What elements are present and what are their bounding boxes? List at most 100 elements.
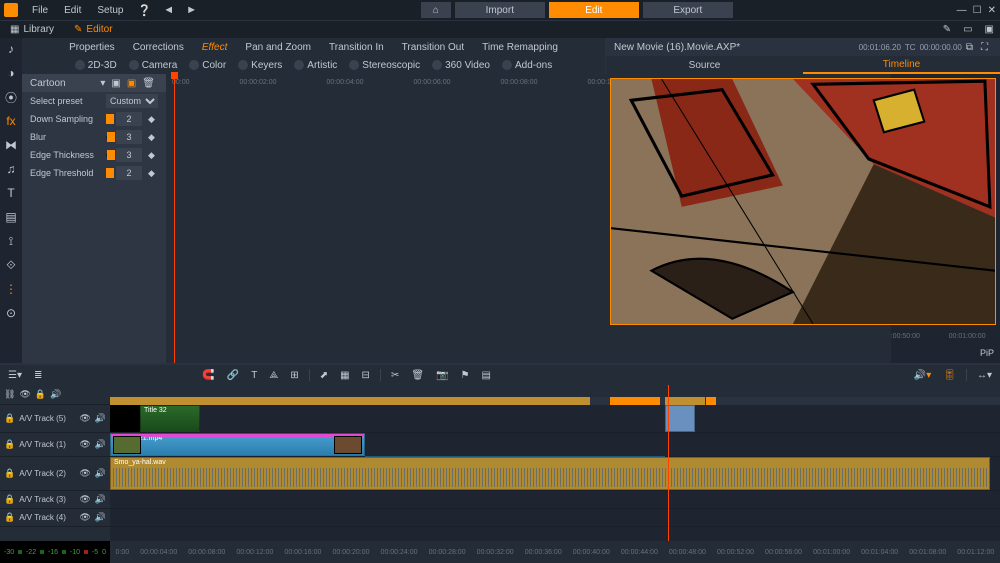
timeline-marker-1[interactable] [110, 397, 590, 405]
tl-link-icon[interactable]: 🔗 [225, 370, 241, 381]
tl-title-icon[interactable]: T [249, 370, 259, 381]
tool-record-icon[interactable]: ⦿ [4, 90, 18, 104]
tl-3d-icon[interactable]: ⟁ [267, 370, 280, 381]
param-edgethick-slider[interactable] [106, 154, 110, 157]
track1-name[interactable]: A/V Track (1) [19, 440, 75, 449]
param-edgethresh-slider[interactable] [106, 172, 110, 175]
tool-more-icon[interactable]: ⋮ [4, 282, 18, 296]
timeline-marker-2[interactable] [610, 397, 660, 405]
edit-tab[interactable]: Edit [549, 2, 639, 18]
track4-audio-icon[interactable]: 🔊 [95, 512, 106, 523]
track1-lock-icon[interactable]: 🔒 [4, 439, 15, 450]
preset-select[interactable]: Custom [106, 94, 158, 108]
preview-source-tab[interactable]: Source [606, 56, 803, 74]
track2-name[interactable]: A/V Track (2) [19, 469, 75, 478]
param-edgethresh-keyframe-icon[interactable]: ◆ [148, 168, 158, 179]
param-edgethick-keyframe-icon[interactable]: ◆ [148, 150, 158, 161]
tl-trim-icon[interactable]: ⊟ [360, 370, 372, 381]
param-downsampling-keyframe-icon[interactable]: ◆ [148, 114, 158, 125]
param-blur-slider[interactable] [106, 136, 110, 139]
subcat-stereo[interactable]: Stereoscopic [349, 60, 420, 71]
track-master-link-icon[interactable]: ⛓ [4, 389, 15, 400]
cat-timeremap[interactable]: Time Remapping [482, 42, 558, 53]
track1-audio-icon[interactable]: 🔊 [95, 439, 106, 450]
subcat-keyers[interactable]: Keyers [238, 60, 282, 71]
tool-title-icon[interactable]: T [4, 186, 18, 200]
menu-edit[interactable]: Edit [56, 5, 89, 16]
tool-music2-icon[interactable]: ♫ [4, 162, 18, 176]
back-icon[interactable]: ◄ [157, 4, 180, 16]
tl-marker-icon[interactable]: ⚑ [458, 370, 471, 381]
timeline-marker-4[interactable] [706, 397, 716, 405]
tool-clip-icon[interactable]: ⟐ [4, 258, 18, 272]
clip-title32-body[interactable]: Title 32 [140, 405, 200, 432]
timeline-ruler[interactable] [110, 385, 1000, 397]
tool-music-icon[interactable]: ♪ [4, 42, 18, 56]
track3-eye-icon[interactable]: 👁 [79, 494, 90, 505]
cat-transin[interactable]: Transition In [329, 42, 384, 53]
track5-name[interactable]: A/V Track (5) [19, 414, 75, 423]
tl-magnet-icon[interactable]: 🧲 [200, 370, 216, 381]
tl-multicam-icon[interactable]: ▦ [338, 370, 351, 381]
effect-solo-icon[interactable]: ▣ [124, 78, 139, 89]
preview-viewport[interactable] [610, 78, 996, 325]
tool-palette-icon[interactable]: ◑ [4, 66, 18, 80]
fx-brush-icon[interactable]: ✎ [937, 24, 957, 35]
track3-name[interactable]: A/V Track (3) [19, 495, 75, 504]
cat-transout[interactable]: Transition Out [402, 42, 464, 53]
pip-button[interactable]: PiP [980, 348, 1000, 358]
effect-expand-icon[interactable]: ▾ [97, 78, 108, 89]
tool-fx-icon[interactable]: fx [4, 114, 18, 128]
maximize-icon[interactable]: ☐ [973, 5, 982, 16]
export-tab[interactable]: Export [643, 2, 733, 18]
timeline-zoom-ruler[interactable]: 0:0000:00:04:0000:00:08:0000:00:12:0000:… [110, 541, 1000, 563]
tl-snapshot-icon[interactable]: 📷 [434, 370, 450, 381]
tool-marker-icon[interactable]: ⟟ [4, 234, 18, 248]
track4-lock-icon[interactable]: 🔒 [4, 512, 15, 523]
subcat-360[interactable]: 360 Video [432, 60, 490, 71]
clip-audio[interactable]: Smo_ya-hal.wav [110, 457, 990, 490]
track3-lock-icon[interactable]: 🔒 [4, 494, 15, 505]
menu-file[interactable]: File [24, 5, 56, 16]
layout-icon[interactable]: ▭ [957, 24, 978, 35]
clip-still[interactable] [665, 405, 695, 432]
clip-title32[interactable] [110, 405, 140, 432]
tool-settings-icon[interactable]: ⊙ [4, 306, 18, 320]
track2-lock-icon[interactable]: 🔒 [4, 468, 15, 479]
track5-audio-icon[interactable]: 🔊 [95, 413, 106, 424]
track5-lock-icon[interactable]: 🔒 [4, 413, 15, 424]
track2-eye-icon[interactable]: 👁 [79, 468, 90, 479]
param-blur-value[interactable]: 3 [116, 130, 142, 144]
track-master-lock-icon[interactable]: 🔒 [35, 389, 46, 400]
tl-delete-icon[interactable]: 🗑 [409, 370, 426, 381]
tl-properties-icon[interactable]: ▤ [479, 370, 492, 381]
timeline-marker-row[interactable] [110, 397, 1000, 405]
param-edgethick-value[interactable]: 3 [116, 148, 142, 162]
timeline-playhead[interactable] [668, 385, 669, 541]
minimize-icon[interactable]: — [957, 5, 967, 16]
forward-icon[interactable]: ► [180, 4, 203, 16]
subcat-2d3d[interactable]: 2D-3D [75, 60, 117, 71]
tl-storyboard-icon[interactable]: ≣ [32, 370, 44, 381]
tool-photo-icon[interactable]: ▤ [4, 210, 18, 224]
track1-eye-icon[interactable]: 👁 [79, 439, 90, 450]
subcat-addons[interactable]: Add-ons [502, 60, 552, 71]
subcat-artistic[interactable]: Artistic [294, 60, 337, 71]
track4-name[interactable]: A/V Track (4) [19, 513, 75, 522]
param-blur-keyframe-icon[interactable]: ◆ [148, 132, 158, 143]
close-icon[interactable]: ✕ [988, 5, 996, 16]
track3-audio-icon[interactable]: 🔊 [95, 494, 106, 505]
clip-img2221[interactable]: IMG_2221.mp4 [110, 433, 365, 456]
tl-zoom-icon[interactable]: ↔▾ [975, 370, 994, 381]
menu-setup[interactable]: Setup [89, 5, 131, 16]
preview-expand-icon[interactable]: ⛶ [977, 42, 992, 53]
track5-eye-icon[interactable]: 👁 [79, 413, 90, 424]
subcat-camera[interactable]: Camera [129, 60, 178, 71]
fullscreen-icon[interactable]: ▣ [979, 24, 1000, 35]
home-button[interactable]: ⌂ [421, 2, 451, 18]
tl-mixer-icon[interactable]: 🎚 [941, 370, 958, 381]
preview-undock-icon[interactable]: ⧉ [962, 42, 977, 53]
tl-razor-icon[interactable]: ✂ [389, 370, 401, 381]
import-tab[interactable]: Import [455, 2, 545, 18]
cat-properties[interactable]: Properties [69, 42, 115, 53]
